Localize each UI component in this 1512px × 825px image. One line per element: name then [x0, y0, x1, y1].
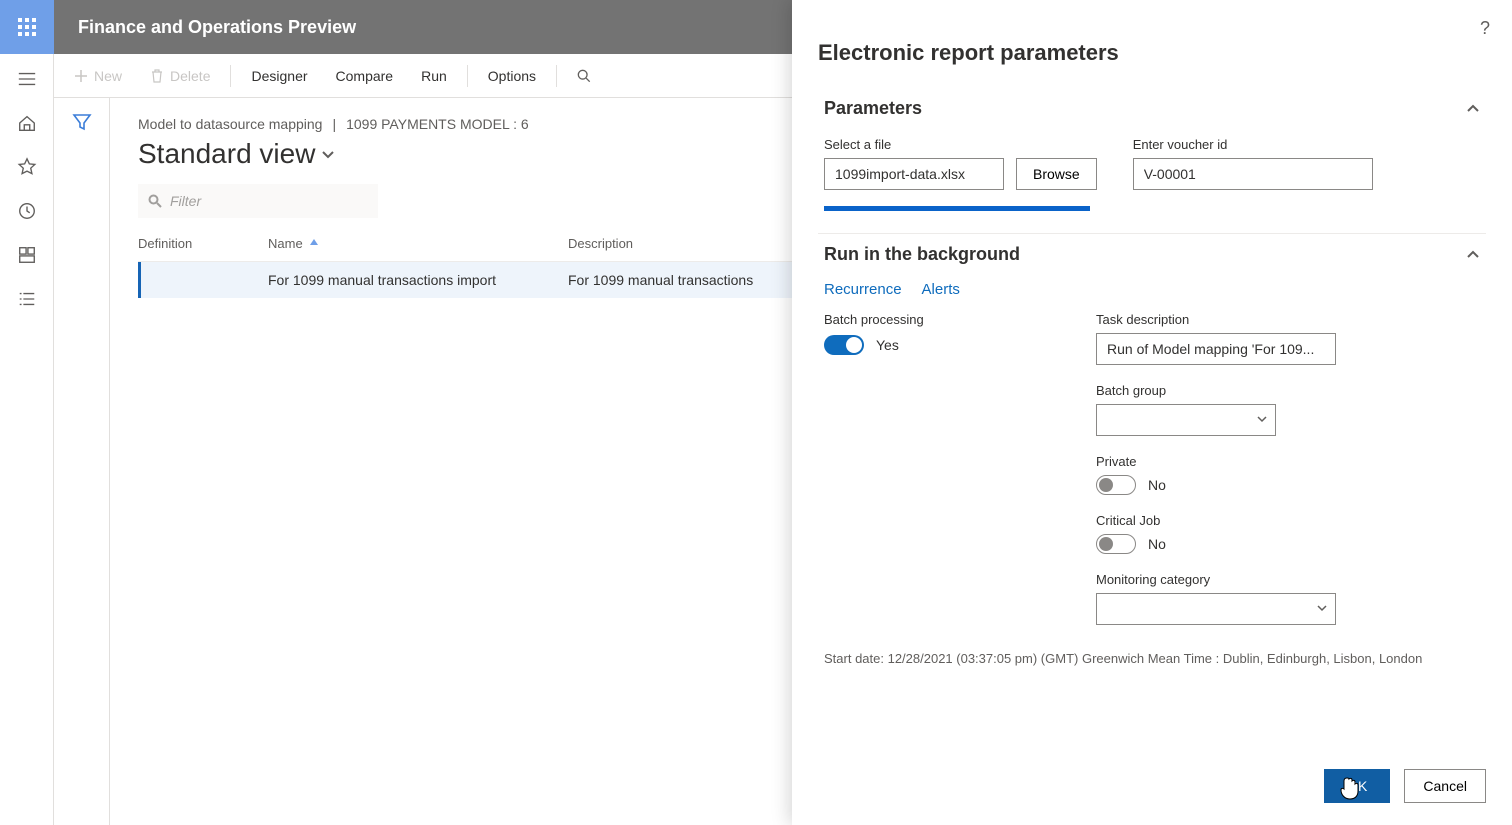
- nav-favorites-button[interactable]: [16, 156, 38, 178]
- designer-button[interactable]: Designer: [241, 62, 317, 90]
- breadcrumb-sep: |: [332, 116, 336, 132]
- trash-icon: [150, 69, 164, 83]
- private-value: No: [1148, 477, 1166, 493]
- filter-pane-toggle[interactable]: [54, 98, 110, 825]
- search-button[interactable]: [567, 63, 601, 89]
- monitoring-category-label: Monitoring category: [1096, 572, 1480, 587]
- private-toggle[interactable]: [1096, 475, 1136, 495]
- background-fields: Batch processing Yes Task description Ba…: [818, 312, 1486, 639]
- section-parameters-toggle[interactable]: Parameters: [818, 88, 1486, 129]
- grid-filter-input[interactable]: Filter: [138, 184, 378, 218]
- dialog-panel: ? Electronic report parameters Parameter…: [792, 0, 1512, 825]
- cell-name: For 1099 manual transactions import: [268, 272, 568, 288]
- nav-workspaces-button[interactable]: [16, 244, 38, 266]
- breadcrumb-right: 1099 PAYMENTS MODEL : 6: [346, 116, 529, 132]
- app-launcher-button[interactable]: [0, 0, 54, 54]
- plus-icon: [74, 69, 88, 83]
- select-file-input[interactable]: [824, 158, 1004, 190]
- background-links: Recurrence Alerts: [818, 275, 1486, 312]
- voucher-id-input[interactable]: [1133, 158, 1373, 190]
- browse-button[interactable]: Browse: [1016, 158, 1097, 190]
- ok-button[interactable]: OK: [1324, 769, 1390, 803]
- chevron-up-icon: [1466, 248, 1480, 262]
- start-date-text: Start date: 12/28/2021 (03:37:05 pm) (GM…: [818, 639, 1486, 678]
- nav-hamburger-button[interactable]: [16, 68, 38, 90]
- breadcrumb-left: Model to datasource mapping: [138, 116, 322, 132]
- alerts-link[interactable]: Alerts: [922, 281, 960, 298]
- nav-recent-button[interactable]: [16, 200, 38, 222]
- section-parameters-label: Parameters: [824, 98, 922, 119]
- monitoring-category-select[interactable]: [1096, 593, 1336, 625]
- sort-asc-icon: [309, 236, 319, 251]
- help-button[interactable]: ?: [1480, 18, 1490, 39]
- home-icon: [17, 113, 37, 133]
- dialog-body: Parameters Select a file Browse Enter vo…: [792, 88, 1512, 747]
- compare-button[interactable]: Compare: [326, 62, 404, 90]
- critical-job-toggle[interactable]: [1096, 534, 1136, 554]
- batch-processing-value: Yes: [876, 337, 899, 353]
- clock-icon: [17, 201, 37, 221]
- delete-button[interactable]: Delete: [140, 62, 220, 90]
- nav-home-button[interactable]: [16, 112, 38, 134]
- batch-processing-label: Batch processing: [824, 312, 1060, 327]
- chevron-up-icon: [1466, 102, 1480, 116]
- task-description-label: Task description: [1096, 312, 1480, 327]
- search-icon: [148, 194, 162, 208]
- nav-modules-button[interactable]: [16, 288, 38, 310]
- run-button[interactable]: Run: [411, 62, 457, 90]
- batch-processing-toggle[interactable]: [824, 335, 864, 355]
- batch-group-label: Batch group: [1096, 383, 1480, 398]
- view-title: Standard view: [138, 138, 315, 170]
- voucher-id-label: Enter voucher id: [1133, 137, 1373, 152]
- delete-label: Delete: [170, 68, 210, 84]
- critical-job-label: Critical Job: [1096, 513, 1480, 528]
- separator: [230, 65, 231, 87]
- app-title: Finance and Operations Preview: [54, 17, 356, 38]
- voucher-id-field: Enter voucher id: [1133, 137, 1373, 211]
- cancel-button[interactable]: Cancel: [1404, 769, 1486, 803]
- col-definition-header[interactable]: Definition: [138, 236, 268, 251]
- section-background-toggle[interactable]: Run in the background: [818, 233, 1486, 275]
- filter-placeholder: Filter: [170, 193, 201, 209]
- parameters-fields: Select a file Browse Enter voucher id: [818, 129, 1486, 233]
- funnel-icon: [72, 112, 92, 132]
- cell-definition: [141, 272, 268, 288]
- options-button[interactable]: Options: [478, 62, 546, 90]
- recurrence-link[interactable]: Recurrence: [824, 281, 902, 298]
- waffle-icon: [18, 18, 36, 36]
- select-file-label: Select a file: [824, 137, 1097, 152]
- task-description-input[interactable]: [1096, 333, 1336, 365]
- dialog-footer: OK Cancel: [792, 747, 1512, 825]
- batch-group-select[interactable]: [1096, 404, 1276, 436]
- list-icon: [17, 289, 37, 309]
- private-label: Private: [1096, 454, 1480, 469]
- hamburger-icon: [17, 69, 37, 89]
- critical-job-value: No: [1148, 536, 1166, 552]
- separator: [467, 65, 468, 87]
- separator: [556, 65, 557, 87]
- select-file-field: Select a file Browse: [824, 137, 1097, 211]
- grid-icon: [17, 245, 37, 265]
- col-name-header[interactable]: Name: [268, 236, 568, 251]
- new-label: New: [94, 68, 122, 84]
- search-icon: [577, 69, 591, 83]
- chevron-down-icon: [321, 147, 335, 161]
- new-button[interactable]: New: [64, 62, 132, 90]
- star-icon: [17, 157, 37, 177]
- left-nav-rail: [0, 54, 54, 825]
- dialog-title: Electronic report parameters: [792, 0, 1512, 88]
- section-background-label: Run in the background: [824, 244, 1020, 265]
- upload-progress: [824, 206, 1090, 211]
